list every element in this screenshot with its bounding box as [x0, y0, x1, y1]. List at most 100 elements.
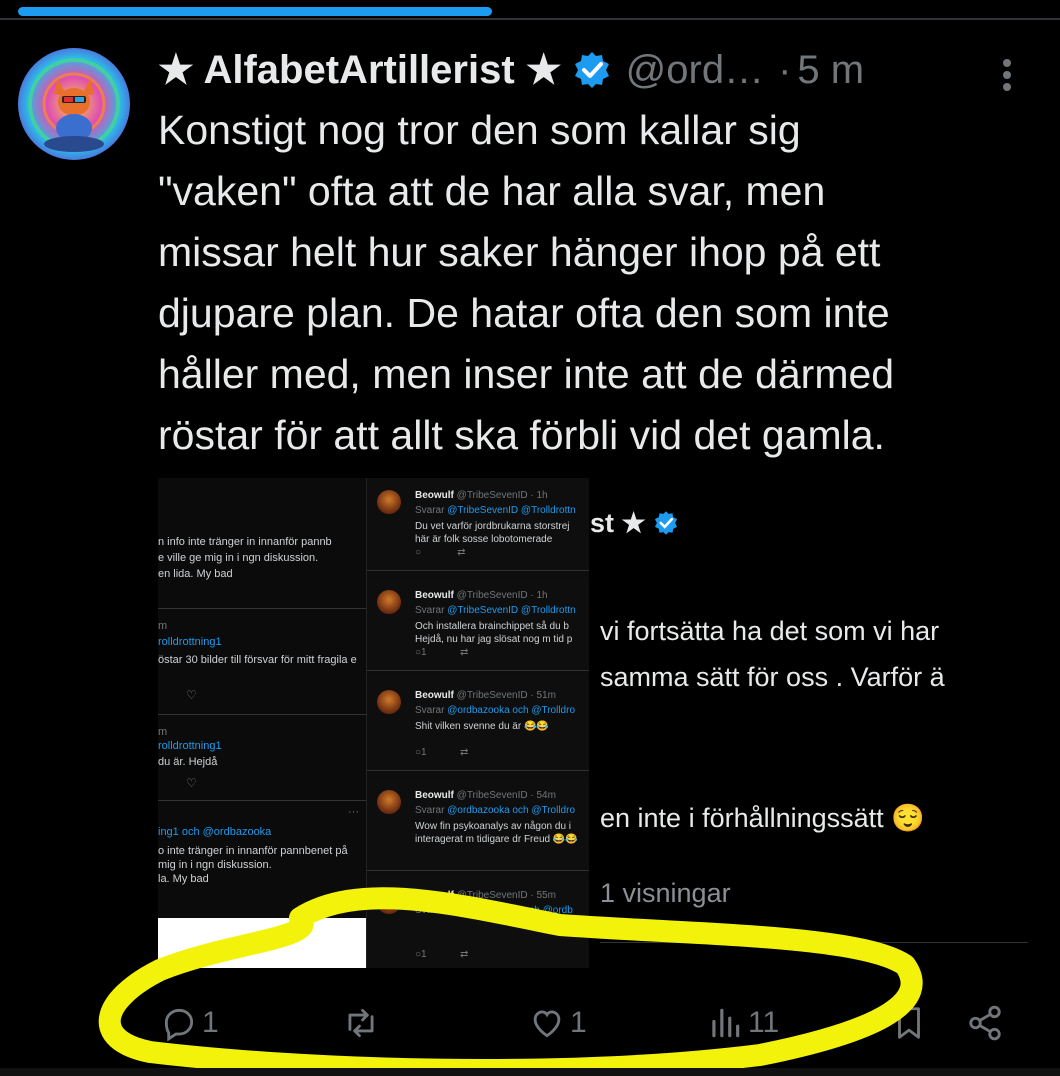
reply-button[interactable]: 1 [160, 995, 219, 1050]
reply-text: Shit vilken svenne du är 😂😂 [415, 721, 549, 732]
reply-author: Beowulf [415, 490, 454, 501]
verified-badge-icon [572, 50, 612, 90]
media-text-line: o inte tränger in innanför pannbenet på [158, 845, 348, 857]
timestamp[interactable]: 5 m [797, 48, 864, 93]
reply-prefix: Svarar [415, 805, 445, 816]
avatar[interactable] [18, 48, 130, 160]
reply-author: Beowulf [415, 590, 454, 601]
verified-badge-icon [655, 511, 678, 535]
heart-icon: ♡ [186, 776, 197, 790]
reply-to: @ordbazooka och @Trolldro [447, 805, 576, 816]
media-reply-list: Beowulf @TribeSevenID · 1h Svarar @Tribe… [366, 478, 589, 968]
author-handle[interactable]: @ord… [626, 48, 764, 93]
media-mention: rolldrottning1 [158, 636, 222, 648]
tweet-text-line: röstar för att allt ska förbli vid det g… [158, 412, 885, 458]
tweet-text-line: Konstigt nog tror den som kallar sig [158, 107, 801, 153]
avatar [377, 590, 401, 614]
author-name[interactable]: ★ AlfabetArtillerist ★ [158, 47, 562, 93]
avatar [377, 790, 401, 814]
avatar [377, 890, 401, 914]
reply-actions: ○1 ⇄ [415, 647, 469, 658]
tweet-text-line: missar helt hur saker hänger ihop på ett [158, 229, 881, 275]
reply-meta: @TribeSevenID · 1h [456, 490, 548, 501]
reply-text: Wow fin psykoanalys av någon du i [415, 821, 572, 832]
reply-card: Beowulf @TribeSevenID · 51m Svarar @ordb… [367, 678, 589, 771]
repost-button[interactable] [342, 995, 380, 1050]
divider [0, 18, 1060, 20]
tweet-media-image[interactable]: st ★ vi fortsätta ha det som vi har samm… [158, 478, 1028, 968]
tweet-text-line: håller med, men inser inte att de därmed [158, 351, 895, 397]
reply-card: Beowulf @TribeSevenID · 54m Svarar @ordb… [367, 778, 589, 871]
media-bg-line: vi fortsätta ha det som vi har [600, 616, 940, 646]
media-meta: m [158, 726, 168, 738]
reply-author: Beowulf [415, 690, 454, 701]
media-text-line: mig in i ngn diskussion. [158, 859, 272, 871]
bookmark-icon [898, 1006, 920, 1039]
share-icon [969, 1005, 1001, 1040]
reply-text: Hejdå, nu har jag slösat nog m tid p [415, 634, 573, 645]
avatar [377, 690, 401, 714]
media-text-line: e ville ge mig in i ngn diskussion. [158, 552, 319, 564]
media-background-screenshot: st ★ vi fortsätta ha det som vi har samm… [588, 478, 1028, 968]
reply-text: Och installera brainchippet så du b [415, 621, 569, 632]
tweet-text-line: "vaken" ofta att de har alla svar, men [158, 168, 826, 214]
reply-author: Beowulf [415, 790, 454, 801]
media-mention: rolldrottning1 [158, 740, 222, 752]
reply-author: Beowulf [415, 890, 454, 901]
loading-progress-bar [18, 7, 492, 16]
media-bg-views: 1 visningar [600, 878, 731, 908]
views-icon [712, 1008, 740, 1037]
reply-count: 1 [202, 1005, 219, 1039]
heart-icon: ♡ [186, 688, 197, 702]
reply-meta: @TribeSevenID · 54m [456, 790, 556, 801]
reply-to: @ordbazooka och @Trolldro [447, 705, 576, 716]
media-mention: ing1 och @ordbazooka [158, 826, 272, 838]
media-white-area [158, 918, 366, 968]
reply-actions: ○ ⇄ [415, 547, 466, 558]
media-bg-line: en inte i förhållningssätt 😌 [600, 803, 925, 833]
reply-actions: ○1 ⇄ [415, 949, 469, 960]
reply-actions: ○1 ⇄ [415, 747, 469, 758]
reply-card: Beowulf @TribeSevenID · 1h Svarar @Tribe… [367, 578, 589, 671]
separator-dot: · [778, 47, 792, 92]
share-button[interactable] [966, 995, 1004, 1050]
more-options-icon: ··· [348, 806, 359, 818]
reply-prefix: Svarar [415, 505, 445, 516]
tweet-text: Konstigt nog tror den som kallar sig "va… [158, 100, 1038, 466]
bottom-edge [0, 1068, 1060, 1076]
reply-to: @TribeSevenID @Trolldrottn [447, 505, 576, 516]
avatar-fox-image [18, 48, 130, 160]
media-bg-name: st ★ [590, 508, 679, 539]
more-options-icon[interactable] [992, 55, 1022, 95]
reply-prefix: Svarar [415, 605, 445, 616]
reply-text: interagerat m tidigare dr Freud 😂😂 [415, 834, 578, 845]
divider [600, 942, 1028, 943]
reply-icon [164, 1008, 194, 1041]
media-text-line: en lida. My bad [158, 568, 233, 580]
reply-to: @Trolldrottning1 och @ordb [447, 905, 573, 916]
media-text-line: du är. Hejdå [158, 756, 218, 768]
like-button[interactable]: 1 [528, 995, 587, 1050]
reply-meta: @TribeSevenID · 51m [456, 690, 556, 701]
reply-meta: @TribeSevenID · 55m [456, 890, 556, 901]
heart-icon [533, 1009, 561, 1037]
reply-meta: @TribeSevenID · 1h [456, 590, 548, 601]
reply-card: Beowulf @TribeSevenID · 1h Svarar @Tribe… [367, 478, 589, 571]
views-button[interactable]: 11 [706, 995, 779, 1050]
avatar [377, 490, 401, 514]
media-text-line: n info inte tränger in innanför pannb [158, 536, 332, 548]
like-count: 1 [570, 1005, 587, 1039]
bookmark-button[interactable] [890, 995, 928, 1050]
media-text-line: la. My bad [158, 873, 209, 885]
tweet-header: ★ AlfabetArtillerist ★ @ord… · 5 m [158, 42, 864, 98]
reply-prefix: Svarar [415, 905, 445, 916]
media-bg-line: samma sätt för oss . Varför ä [600, 662, 945, 692]
media-text-line: östar 30 bilder till försvar för mitt fr… [158, 654, 357, 666]
reply-card: Beowulf @TribeSevenID · 55m Svarar @Trol… [367, 878, 589, 968]
media-meta: m [158, 620, 168, 632]
media-left-panel: n info inte tränger in innanför pannb e … [158, 478, 366, 968]
reply-text: Du vet varför jordbrukarna storstrej [415, 521, 570, 532]
tweet-action-bar: 1 1 11 [0, 995, 1060, 1050]
reply-text: här är folk sosse lobotomerade [415, 534, 553, 545]
reply-prefix: Svarar [415, 705, 445, 716]
